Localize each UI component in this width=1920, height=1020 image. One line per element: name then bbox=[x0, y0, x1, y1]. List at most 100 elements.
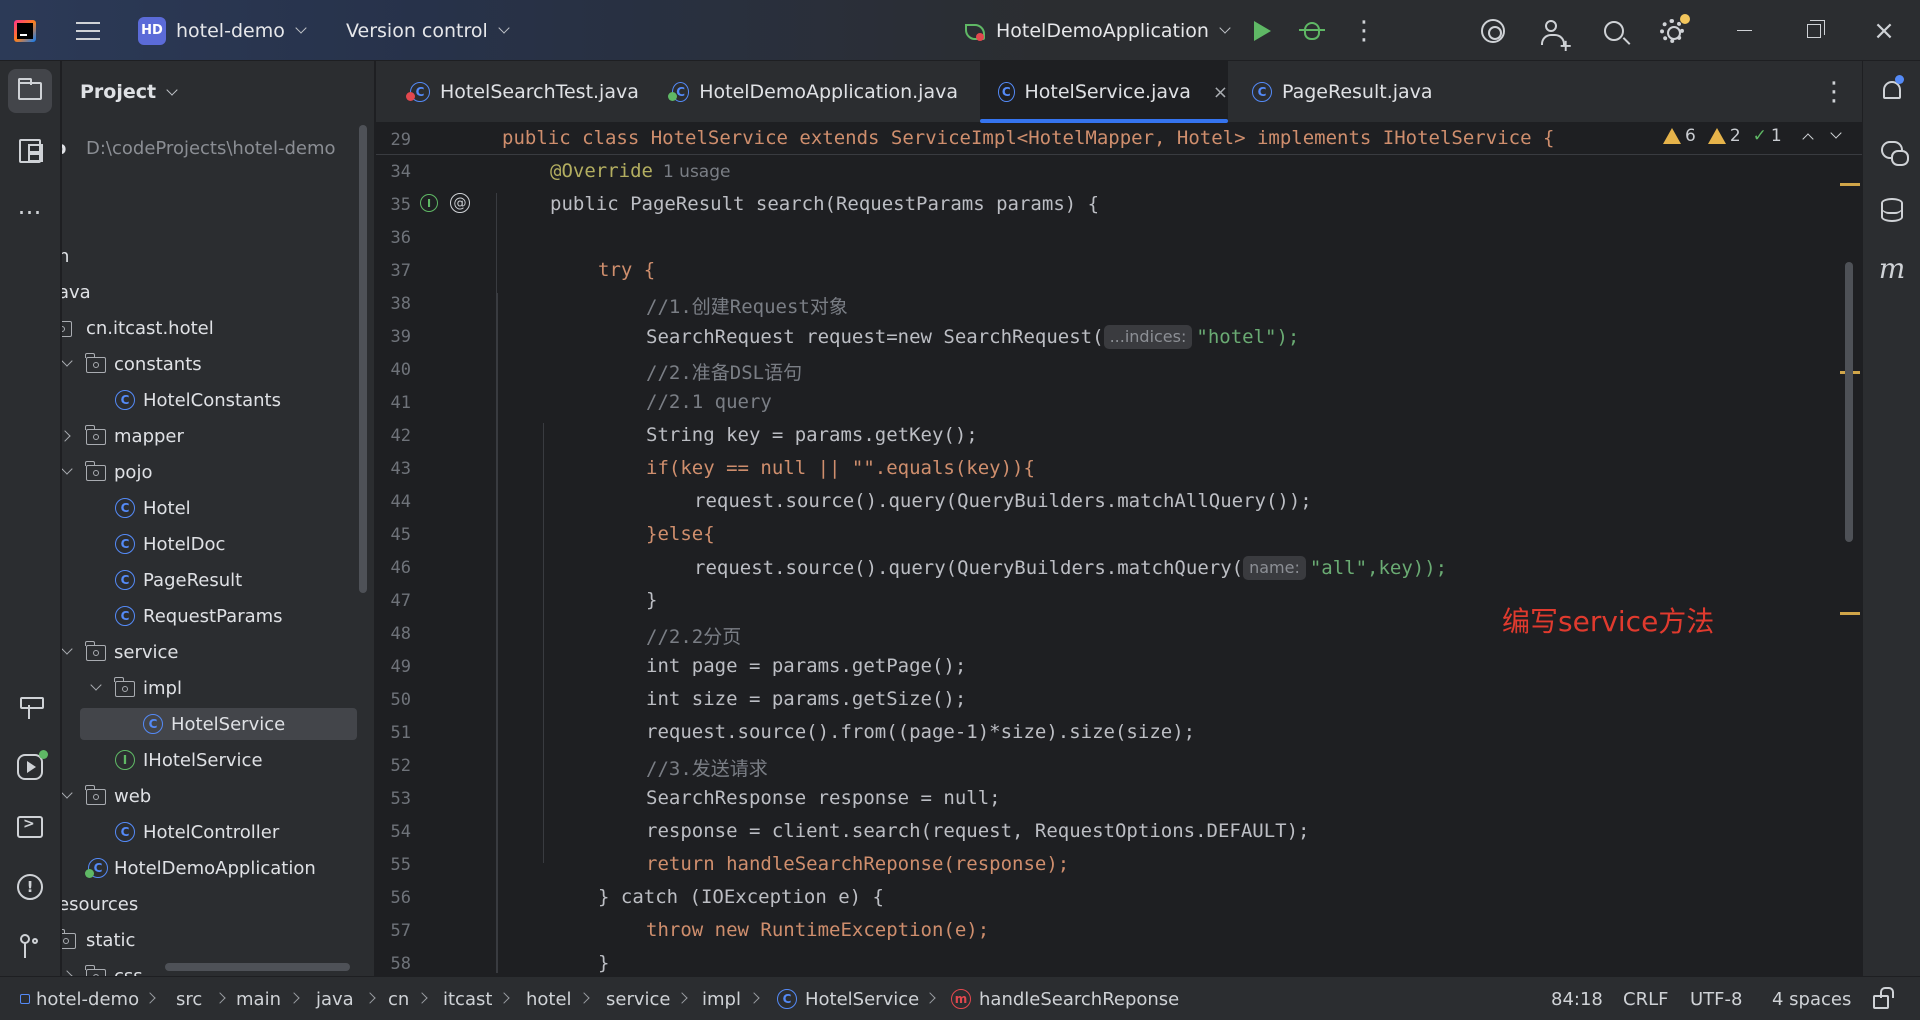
tab-hotel-demo-application[interactable]: C HotelDemoApplication.java bbox=[658, 61, 958, 123]
problems-tool-button[interactable]: ! bbox=[8, 865, 52, 909]
git-tool-button[interactable] bbox=[8, 925, 52, 969]
tree-item-package[interactable]: mapper bbox=[62, 419, 374, 453]
minimize-button[interactable] bbox=[1724, 0, 1764, 61]
chevron-down-icon[interactable] bbox=[1830, 127, 1842, 139]
breadcrumb-item[interactable]: m handleSearchReponse bbox=[951, 977, 1179, 1020]
annotation-icon[interactable]: @ bbox=[450, 193, 470, 213]
chevron-down-icon[interactable] bbox=[62, 643, 73, 655]
tree-item-root[interactable]: o D:\codeProjects\hotel-demo bbox=[62, 131, 374, 165]
main-menu-button[interactable] bbox=[70, 0, 106, 61]
indent-setting[interactable]: 4 spaces bbox=[1772, 977, 1851, 1020]
breadcrumb-item[interactable]: service bbox=[606, 977, 670, 1020]
breadcrumb-item[interactable]: cn bbox=[388, 977, 409, 1020]
chevron-down-icon[interactable] bbox=[62, 787, 73, 799]
lock-icon[interactable] bbox=[1873, 987, 1894, 1009]
bell-icon bbox=[1883, 75, 1904, 99]
warning-stripe-mark[interactable] bbox=[1840, 183, 1860, 186]
breadcrumb-item[interactable]: src bbox=[176, 977, 202, 1020]
tab-hotel-service[interactable]: C HotelService.java × bbox=[980, 61, 1228, 123]
tree-item-class-selected[interactable]: C HotelService bbox=[62, 707, 374, 741]
file-encoding[interactable]: UTF-8 bbox=[1690, 977, 1742, 1020]
breadcrumb-item[interactable]: itcast bbox=[443, 977, 492, 1020]
problems-icon: ! bbox=[17, 874, 43, 900]
notifications-button[interactable] bbox=[1875, 73, 1909, 107]
package-icon bbox=[114, 677, 135, 697]
breadcrumb-item[interactable]: C HotelService bbox=[777, 977, 919, 1020]
breadcrumb-label: java bbox=[316, 988, 354, 1010]
build-tool-button[interactable] bbox=[8, 685, 52, 729]
ai-assistant-button[interactable] bbox=[1475, 0, 1511, 61]
caret-position[interactable]: 84:18 bbox=[1551, 977, 1603, 1020]
tree-item-resources[interactable]: esources bbox=[62, 887, 374, 921]
breadcrumb-item[interactable]: hotel bbox=[526, 977, 572, 1020]
tree-item-class[interactable]: C Hotel bbox=[62, 491, 374, 525]
project-panel-header[interactable]: Project bbox=[80, 81, 178, 103]
project-panel: Project o D:\codeProjects\hotel-demo n a… bbox=[62, 61, 375, 976]
project-switcher[interactable]: HD hotel-demo bbox=[138, 0, 307, 61]
code-line: SearchRequest request=new SearchRequest(… bbox=[646, 325, 1299, 349]
project-tool-button[interactable] bbox=[8, 69, 52, 113]
tree-item-label: impl bbox=[143, 677, 182, 699]
search-everywhere-button[interactable] bbox=[1596, 0, 1632, 61]
tree-item-package[interactable]: cn.itcast.hotel bbox=[62, 311, 374, 345]
maven-button[interactable]: m bbox=[1875, 251, 1909, 285]
inspections-widget[interactable]: 6 2 ✓ 1 bbox=[1663, 126, 1850, 146]
structure-tool-button[interactable] bbox=[8, 129, 52, 173]
code-with-me-button[interactable]: + bbox=[1536, 0, 1572, 61]
tab-hotel-search-test[interactable]: C HotelSearchTest.java bbox=[396, 61, 652, 123]
usage-hint[interactable]: 1 usage bbox=[663, 162, 731, 182]
run-configuration-selector[interactable]: HotelDemoApplication bbox=[962, 0, 1231, 61]
tree-item-class[interactable]: C PageResult bbox=[62, 563, 374, 597]
line-number: 52 bbox=[390, 756, 411, 776]
tree-item-java[interactable]: ava bbox=[62, 275, 374, 309]
chevron-down-icon[interactable] bbox=[62, 463, 73, 475]
restore-button[interactable] bbox=[1794, 0, 1834, 61]
tree-item-package[interactable]: constants bbox=[62, 347, 374, 381]
tree-item-folder[interactable]: static bbox=[62, 923, 374, 957]
project-horizontal-scrollbar[interactable] bbox=[165, 963, 350, 971]
comment-text: //3.发送请求 bbox=[646, 758, 768, 780]
tree-item-package[interactable]: pojo bbox=[62, 455, 374, 489]
services-tool-button[interactable] bbox=[8, 745, 52, 789]
tree-item-package[interactable]: service bbox=[62, 635, 374, 669]
tree-item-package[interactable]: impl bbox=[62, 671, 374, 705]
tree-item-interface[interactable]: I IHotelService bbox=[62, 743, 374, 777]
more-actions-button[interactable]: ⋮ bbox=[1346, 0, 1382, 61]
tree-item-class[interactable]: C HotelController bbox=[62, 815, 374, 849]
settings-button[interactable] bbox=[1654, 0, 1690, 61]
tree-item-class[interactable]: C HotelDoc bbox=[62, 527, 374, 561]
close-tab-icon[interactable]: × bbox=[1213, 82, 1228, 103]
chevron-down-icon[interactable] bbox=[90, 679, 102, 691]
database-button[interactable] bbox=[1875, 193, 1909, 227]
ai-chat-button[interactable] bbox=[1875, 133, 1909, 167]
tree-item-class[interactable]: C RequestParams bbox=[62, 599, 374, 633]
version-control-menu[interactable]: Version control bbox=[346, 0, 510, 61]
chevron-up-icon[interactable] bbox=[1802, 133, 1814, 145]
tab-page-result[interactable]: C PageResult.java bbox=[1234, 61, 1474, 123]
chevron-down-icon[interactable] bbox=[62, 355, 73, 367]
editor-vertical-scrollbar[interactable] bbox=[1845, 262, 1853, 542]
project-vertical-scrollbar[interactable] bbox=[359, 125, 367, 593]
terminal-tool-button[interactable] bbox=[8, 805, 52, 849]
tree-item-class[interactable]: C HotelConstants bbox=[62, 383, 374, 417]
chevron-right-icon[interactable] bbox=[62, 430, 71, 442]
run-button[interactable] bbox=[1244, 0, 1280, 61]
tree-item-main[interactable]: n bbox=[62, 239, 374, 273]
line-number: 49 bbox=[390, 657, 411, 677]
close-window-button[interactable]: × bbox=[1864, 0, 1904, 61]
breadcrumb-item[interactable]: main bbox=[236, 977, 281, 1020]
breadcrumb-item[interactable]: hotel-demo bbox=[20, 977, 139, 1020]
line-number: 57 bbox=[390, 921, 411, 941]
line-number: 54 bbox=[390, 822, 411, 842]
breadcrumb-item[interactable]: java bbox=[316, 977, 354, 1020]
warning-stripe-mark[interactable] bbox=[1840, 612, 1860, 615]
line-separator[interactable]: CRLF bbox=[1623, 977, 1668, 1020]
code-editor[interactable]: 29 34 35 36 37 38 39 40 41 42 43 44 45 4… bbox=[376, 123, 1862, 976]
tree-item-app-class[interactable]: C HotelDemoApplication bbox=[62, 851, 374, 885]
debug-button[interactable] bbox=[1294, 0, 1330, 61]
more-tools-button[interactable]: … bbox=[8, 189, 52, 233]
implements-method-icon[interactable]: I bbox=[420, 194, 438, 212]
breadcrumb-item[interactable]: impl bbox=[702, 977, 741, 1020]
tab-actions-button[interactable]: ⋮ bbox=[1821, 61, 1847, 123]
tree-item-package[interactable]: web bbox=[62, 779, 374, 813]
